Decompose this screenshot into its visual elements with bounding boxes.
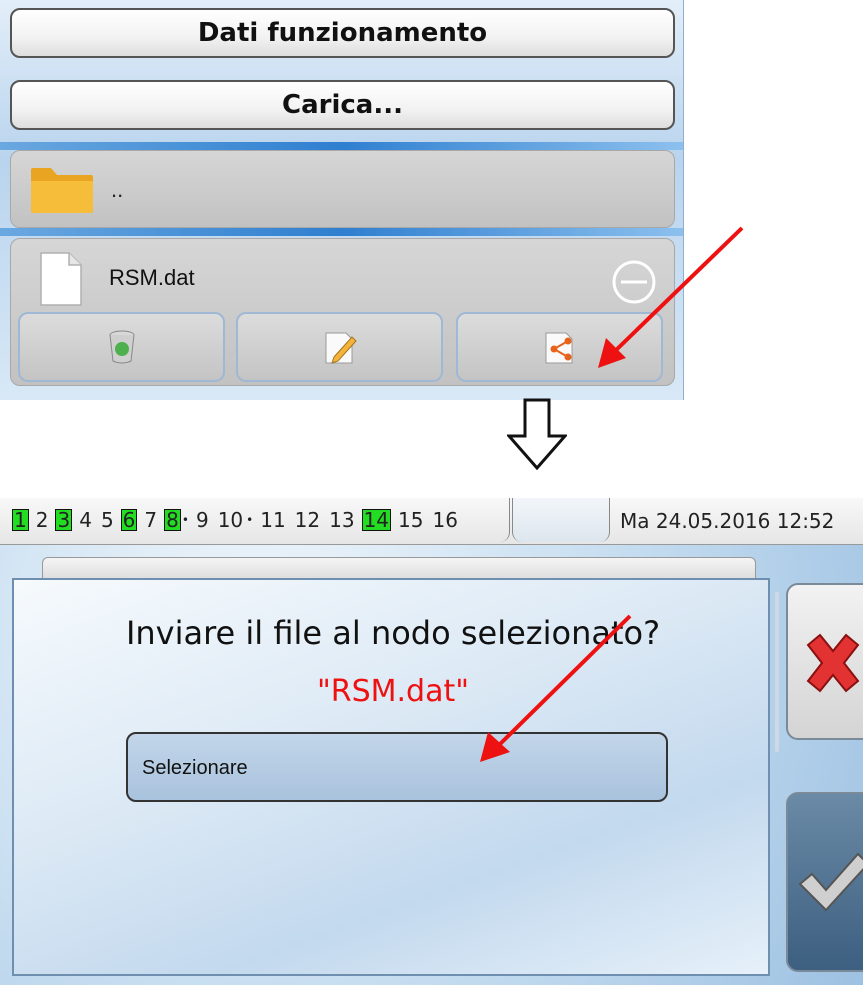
- divider: [0, 228, 683, 236]
- dialog-tab: [42, 557, 756, 580]
- document-icon: [40, 252, 82, 306]
- node-11[interactable]: 11: [258, 509, 287, 531]
- divider: [0, 142, 683, 150]
- node-8[interactable]: 8: [164, 509, 181, 531]
- node-7[interactable]: 7: [142, 509, 159, 531]
- confirm-button[interactable]: [786, 792, 863, 972]
- dialog-question: Inviare il file al nodo selezionato?: [125, 614, 661, 652]
- send-file-dialog: Inviare il file al nodo selezionato? "RS…: [12, 578, 770, 976]
- cancel-button[interactable]: [786, 583, 863, 740]
- node-separator: •: [181, 513, 189, 527]
- node-3[interactable]: 3: [55, 509, 73, 531]
- dialog-file-name: "RSM.dat": [316, 674, 470, 709]
- share-icon: [545, 332, 572, 364]
- node-list: 1 2 3 4 5 6 7 8 • 9 10 • 11 12 13 14 15 16: [0, 498, 510, 542]
- node-4[interactable]: 4: [77, 509, 94, 531]
- checkmark-icon: [798, 852, 863, 912]
- file-browser-panel: Dati funzionamento Carica... .. RSM.dat: [0, 0, 684, 400]
- status-tab[interactable]: [512, 498, 610, 542]
- delete-button[interactable]: [18, 312, 225, 382]
- node-12[interactable]: 12: [293, 509, 322, 531]
- node-2[interactable]: 2: [34, 509, 51, 531]
- node-16[interactable]: 16: [430, 509, 459, 531]
- load-button[interactable]: Carica...: [10, 80, 675, 130]
- trash-icon: [109, 330, 134, 364]
- send-button[interactable]: [456, 312, 663, 382]
- node-select-field[interactable]: Selezionare: [126, 732, 668, 802]
- node-9[interactable]: 9: [194, 509, 211, 531]
- edit-button[interactable]: [236, 312, 443, 382]
- edit-pencil-icon: [325, 332, 357, 364]
- file-name: RSM.dat: [109, 265, 195, 290]
- down-arrow-icon: [507, 398, 567, 470]
- close-x-icon: [806, 633, 860, 693]
- node-separator: •: [246, 513, 254, 527]
- node-6[interactable]: 6: [120, 509, 138, 531]
- scrollbar[interactable]: [775, 592, 779, 752]
- node-15[interactable]: 15: [396, 509, 425, 531]
- title-button[interactable]: Dati funzionamento: [10, 8, 675, 58]
- node-13[interactable]: 13: [327, 509, 356, 531]
- node-10[interactable]: 10: [216, 509, 245, 531]
- parent-folder-item[interactable]: ..: [10, 150, 675, 228]
- status-bar: 1 2 3 4 5 6 7 8 • 9 10 • 11 12 13 14 15 16 Ma 24.05.2016 …: [0, 498, 863, 545]
- folder-icon: [31, 168, 93, 213]
- collapse-minus-icon[interactable]: [611, 259, 657, 305]
- node-14[interactable]: 14: [361, 509, 392, 531]
- node-5[interactable]: 5: [99, 509, 116, 531]
- datetime: Ma 24.05.2016 12:52: [620, 509, 835, 533]
- parent-folder-label: ..: [111, 177, 124, 202]
- node-1[interactable]: 1: [12, 509, 29, 531]
